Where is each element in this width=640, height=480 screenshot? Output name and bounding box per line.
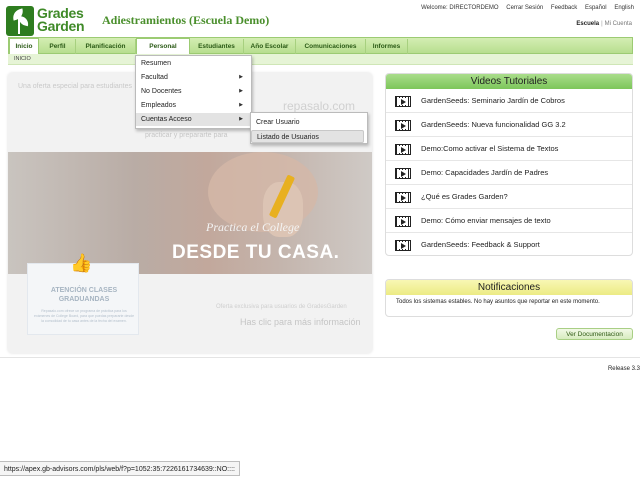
banner-exclusive-text: Oferta exclusiva para usuarios de Grades… [216,304,347,310]
context-links: Escuela | Mi Cuenta [576,21,632,27]
dropdown-item-cuentas-acceso[interactable]: Cuentas Acceso ▶ [136,113,251,126]
video-item[interactable]: GardenSeeds: Feedback & Support [386,233,632,255]
logout-link[interactable]: Cerrar Sesión [506,5,543,11]
film-icon [395,96,411,107]
cuentas-acceso-submenu: Crear Usuario Listado de Usuarios [250,112,368,144]
school-link[interactable]: Escuela [576,21,599,27]
video-item[interactable]: Demo:Como activar el Sistema de Textos [386,137,632,161]
film-icon [395,168,411,179]
nav-estudiantes[interactable]: Estudiantes [190,39,244,54]
card-title: ATENCIÓN CLASES GRADUANDAS [50,287,118,303]
nav-personal[interactable]: Personal [136,38,190,55]
welcome-text: Welcome: DIRECTORDEMO [421,5,499,11]
nav-inicio[interactable]: Inicio [9,38,39,55]
chevron-right-icon: ▶ [239,116,243,122]
video-item[interactable]: ¿Qué es Grades Garden? [386,185,632,209]
graduates-card: 👍 ATENCIÓN CLASES GRADUANDAS Repasalo.co… [27,253,139,335]
dropdown-item-empleados[interactable]: Empleados ▶ [136,99,251,112]
videos-title: Videos Tutoriales [386,74,632,89]
nav-perfil[interactable]: Perfil [40,39,76,54]
nav-ano-escolar[interactable]: Año Escolar [244,39,296,54]
footer-divider [0,357,640,358]
breadcrumb: INICIO [8,54,633,65]
video-label: Demo: Cómo enviar mensajes de texto [421,216,551,225]
dropdown-item-facultad[interactable]: Facultad ▶ [136,71,251,84]
nav-informes[interactable]: Informes [366,39,408,54]
dropdown-item-label: Empleados [141,102,177,109]
release-label: Release 3.3 [607,366,640,372]
personal-dropdown: Resumen Facultad ▶ No Docentes ▶ Empleados… [135,55,252,129]
main-nav: Inicio Perfil Planificación Personal Est… [8,37,633,55]
feedback-link[interactable]: Feedback [551,5,577,11]
dropdown-item-label: Resumen [141,60,171,67]
language-english-link[interactable]: English [614,5,634,11]
banner-practice-text: practicar y prepararte para [145,132,228,139]
submenu-crear-usuario[interactable]: Crear Usuario [251,116,364,129]
nav-planificacion[interactable]: Planificación [76,39,136,54]
notifications-text: Todos los sistemas estables. No hay asun… [396,299,600,305]
dropdown-item-label: Cuentas Acceso [141,116,192,123]
video-label: GardenSeeds: Feedback & Support [421,240,540,249]
view-documentation-button[interactable]: Ver Documentacion [556,328,633,340]
leaf-icon [6,6,34,36]
video-label: GardenSeeds: Seminario Jardín de Cobros [421,96,565,105]
banner-photo: Practica el College DESDE TU CASA. [8,152,372,274]
video-item[interactable]: GardenSeeds: Nueva funcionalidad GG 3.2 [386,113,632,137]
chevron-right-icon: ▶ [239,74,243,80]
video-item[interactable]: Demo: Capacidades Jardín de Padres [386,161,632,185]
app-title: Adiestramientos (Escuela Demo) [102,13,270,27]
dropdown-item-no-docentes[interactable]: No Docentes ▶ [136,85,251,98]
video-item[interactable]: GardenSeeds: Seminario Jardín de Cobros [386,89,632,113]
film-icon [395,192,411,203]
video-label: Demo: Capacidades Jardín de Padres [421,168,549,177]
app-logo[interactable]: Grades Garden [6,6,94,36]
video-tutorials-panel: Videos Tutoriales GardenSeeds: Seminario… [385,73,633,256]
chevron-right-icon: ▶ [239,102,243,108]
video-item[interactable]: Demo: Cómo enviar mensajes de texto [386,209,632,233]
chevron-right-icon: ▶ [239,88,243,94]
film-icon [395,120,411,131]
film-icon [395,144,411,155]
video-label: GardenSeeds: Nueva funcionalidad GG 3.2 [421,120,566,129]
banner-brand: repasalo.com [283,99,356,113]
submenu-listado-usuarios[interactable]: Listado de Usuarios [251,130,364,143]
top-links: Welcome: DIRECTORDEMO Cerrar Sesión Feed… [415,5,634,11]
logo-line2: Garden [37,18,85,34]
card-text: Repasalo.com ofrece un programa de práct… [34,309,135,323]
banner-click-text[interactable]: Has clic para más información [240,317,361,327]
language-spanish-link[interactable]: Español [585,5,607,11]
notifications-panel: Notificaciones Todos los sistemas establ… [385,279,633,317]
my-account-link[interactable]: Mi Cuenta [605,21,632,27]
banner-headline: DESDE TU CASA. [172,242,340,263]
video-label: ¿Qué es Grades Garden? [421,192,508,201]
film-icon [395,240,411,251]
logo-text: Grades Garden [37,6,85,34]
dropdown-item-label: Facultad [141,74,168,81]
banner-subtitle: Practica el College [206,220,300,234]
nav-comunicaciones[interactable]: Comunicaciones [296,39,366,54]
separator: | [601,21,603,27]
notifications-title: Notificaciones [386,280,632,295]
thumbs-up-icon: 👍 [70,253,93,273]
film-icon [395,216,411,227]
status-bar-url: https://apex.gb-advisors.com/pls/web/f?p… [0,461,240,476]
banner-offer-text: Una oferta especial para estudiantes [18,83,133,90]
dropdown-item-resumen[interactable]: Resumen [136,57,251,70]
dropdown-item-label: No Docentes [141,88,182,95]
video-label: Demo:Como activar el Sistema de Textos [421,144,559,153]
